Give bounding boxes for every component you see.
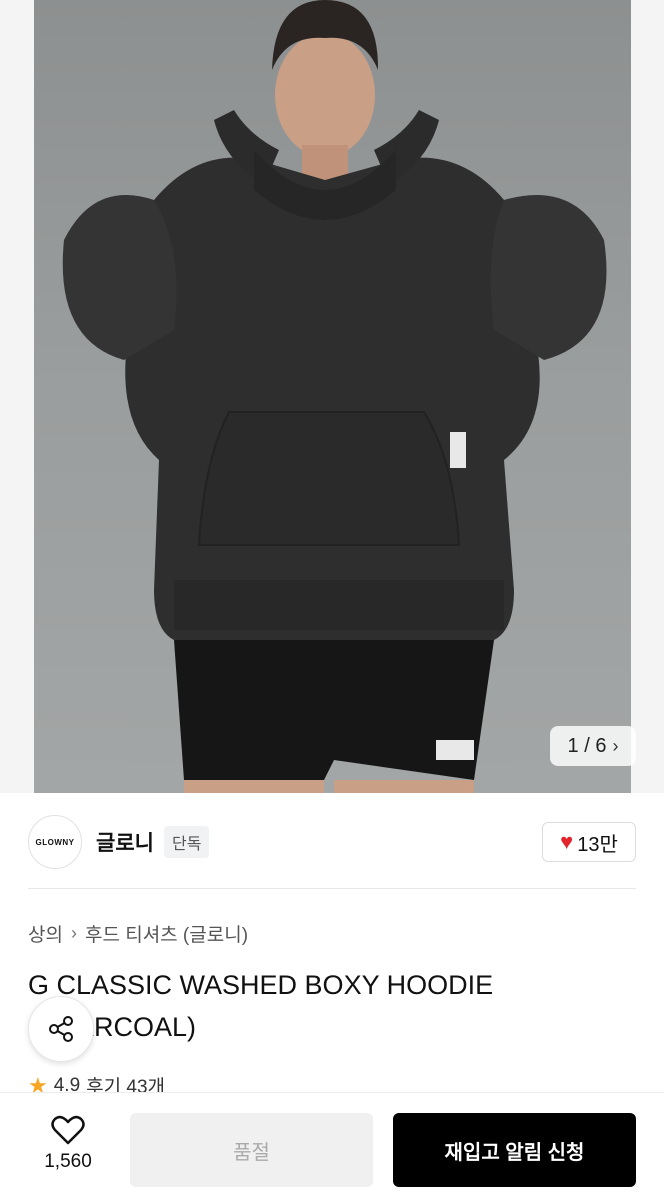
breadcrumb: 상의 › 후드 티셔츠 (글로니) [28,920,248,947]
brand-name[interactable]: 글로니 [96,827,154,857]
brand-logo[interactable]: GLOWNY [28,815,82,869]
image-counter[interactable]: 1 / 6 › [550,726,636,766]
breadcrumb-category[interactable]: 상의 [28,920,63,947]
divider [28,888,636,889]
soldout-button: 품절 [130,1113,373,1187]
heart-filled-icon: ♥ [560,829,574,854]
image-counter-text: 1 / 6 [567,734,607,757]
brand-like-count: 13만 [577,833,618,856]
chevron-right-icon: › [612,735,619,756]
breadcrumb-subcategory[interactable]: 후드 티셔츠 (글로니) [85,920,248,947]
chevron-right-icon: › [70,923,77,943]
product-image-carousel[interactable]: 1 / 6 › [0,0,664,793]
wishlist-count: 1,560 [44,1151,92,1172]
share-icon [49,1016,73,1042]
wishlist-button[interactable]: 1,560 [28,1115,108,1173]
brand-like-button[interactable]: ♥ 13만 [542,822,636,862]
bottom-action-bar: 1,560 품절 재입고 알림 신청 [0,1092,664,1200]
share-button[interactable] [28,996,94,1062]
brand-row: GLOWNY 글로니 단독 ♥ 13만 [28,814,636,870]
heart-outline-icon [51,1115,85,1145]
brand-logo-text: GLOWNY [35,837,75,847]
product-photo [34,0,631,793]
product-title: G CLASSIC WASHED BOXY HOODIE (CHARCOAL) [28,970,494,1042]
exclusive-badge: 단독 [163,826,210,858]
restock-alert-button[interactable]: 재입고 알림 신청 [393,1113,636,1187]
